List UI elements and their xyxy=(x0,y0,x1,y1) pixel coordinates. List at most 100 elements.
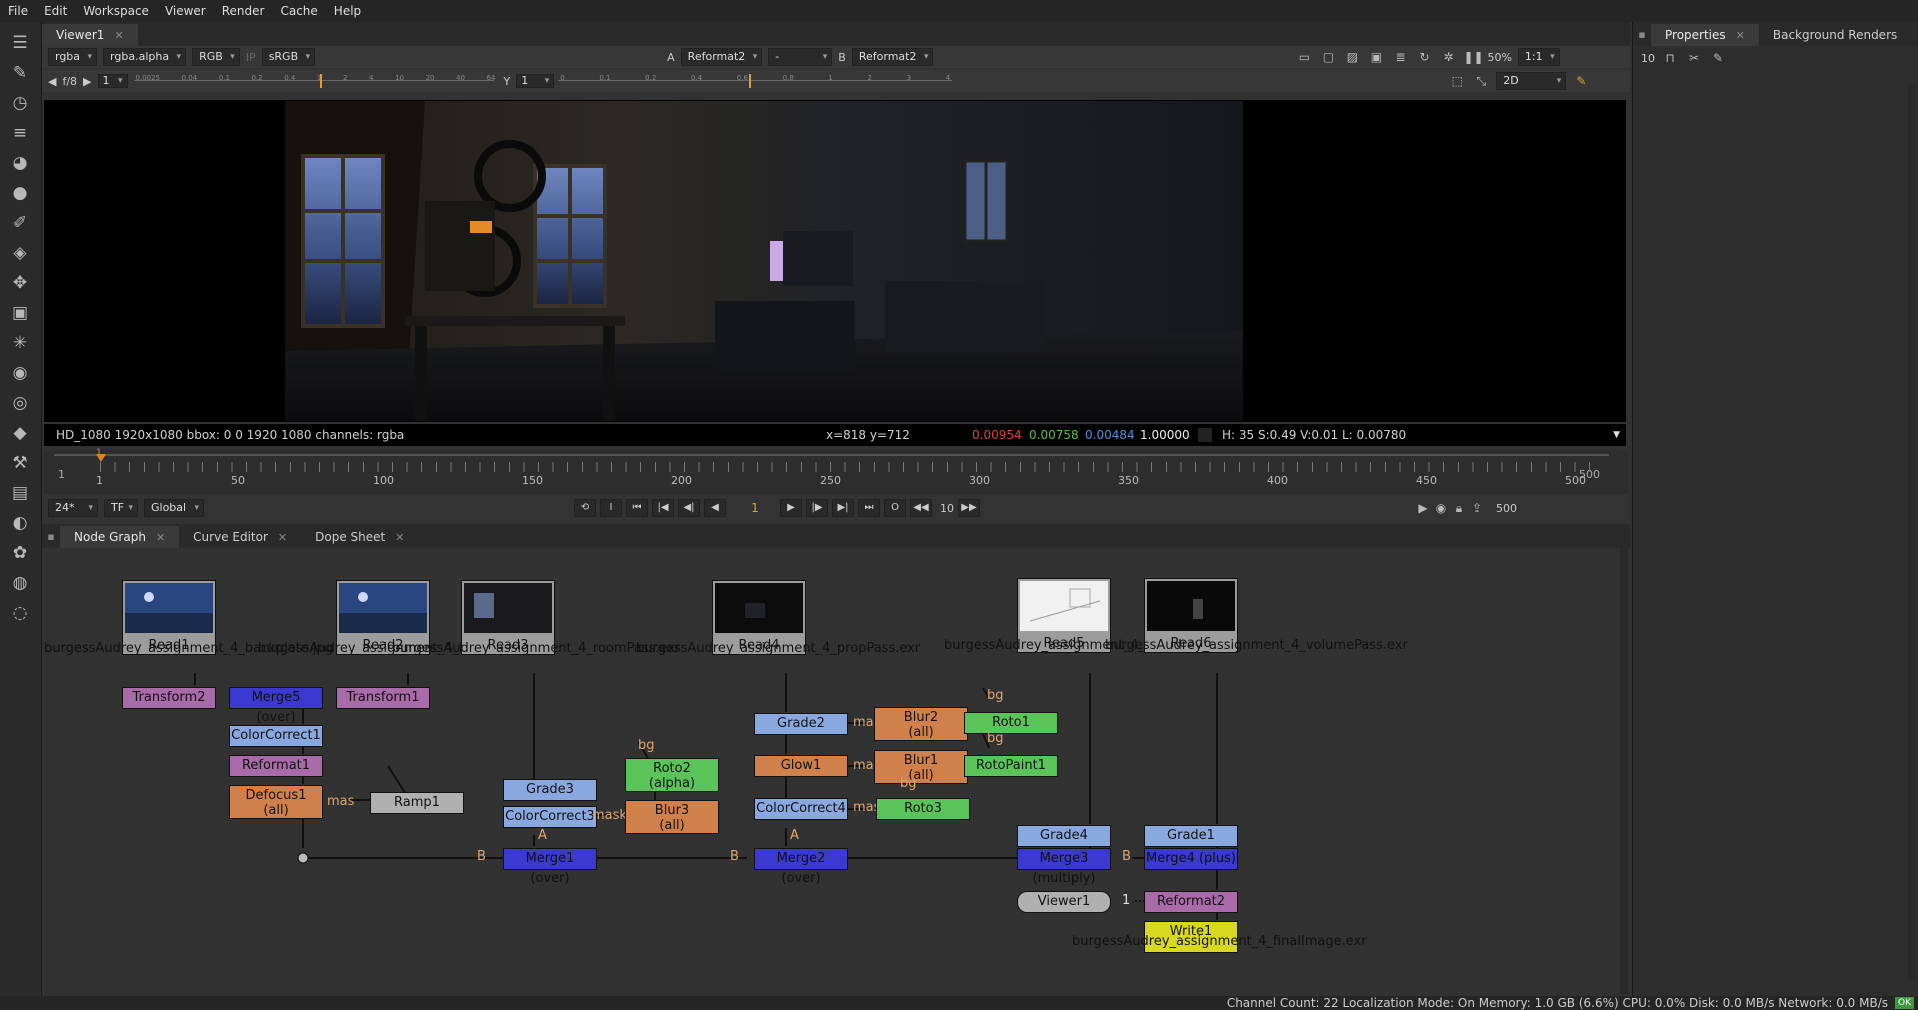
particles-icon[interactable]: ✳ xyxy=(9,332,31,354)
pane-menu-icon[interactable]: ▪ xyxy=(42,526,60,548)
region-select-icon[interactable]: ⬚ xyxy=(1448,72,1466,90)
end-frame-field[interactable]: 500 xyxy=(1496,502,1536,515)
menu-file[interactable]: File xyxy=(0,4,36,18)
transform-node[interactable]: Transform1 xyxy=(336,687,430,709)
color-icon[interactable]: ◕ xyxy=(9,152,31,174)
close-icon[interactable]: ✕ xyxy=(156,531,165,544)
next-keyframe-icon[interactable]: ▶| xyxy=(832,499,854,517)
ratio-dropdown[interactable]: 1:1 xyxy=(1517,48,1560,66)
colorcorrect-node[interactable]: ColorCorrect3 xyxy=(503,806,597,828)
viewer-image[interactable] xyxy=(285,101,1243,421)
view-mode-dropdown[interactable]: 2D xyxy=(1496,72,1567,90)
step-back-icon[interactable]: ◀◀ xyxy=(910,499,932,517)
b-input-dropdown[interactable]: Reformat2 xyxy=(851,48,934,66)
transform-node[interactable]: Transform2 xyxy=(122,687,216,709)
record-icon[interactable]: ◉ xyxy=(1432,499,1450,517)
channel-dropdown[interactable]: rgba.alpha xyxy=(103,48,187,66)
menu-help[interactable]: Help xyxy=(326,4,369,18)
merge-node[interactable]: Merge4 (plus) xyxy=(1144,848,1238,870)
views-icon[interactable]: ◎ xyxy=(9,392,31,414)
flipbook-icon[interactable]: ▶ xyxy=(1414,499,1432,517)
close-icon[interactable]: ✕ xyxy=(114,29,123,42)
clip-icon[interactable]: ≣ xyxy=(1391,48,1409,66)
roto-node[interactable]: Roto1 xyxy=(964,712,1058,734)
tab-properties[interactable]: Properties ✕ xyxy=(1651,24,1759,46)
tab-node-graph[interactable]: Node Graph ✕ xyxy=(60,526,180,548)
refresh-icon[interactable]: ↻ xyxy=(1415,48,1433,66)
downscale-icon[interactable]: ▨ xyxy=(1343,48,1361,66)
properties-scrollbar[interactable] xyxy=(1908,82,1916,982)
close-icon[interactable]: ✕ xyxy=(395,531,404,544)
last-frame-icon[interactable]: ⏭ xyxy=(858,499,880,517)
merge-node[interactable]: Merge2 (over) xyxy=(754,848,848,886)
proxy-icon[interactable]: ▢ xyxy=(1319,48,1337,66)
pause-icon[interactable]: ❚❚ xyxy=(1463,48,1483,66)
time-format-dropdown[interactable]: TF xyxy=(104,499,138,517)
wipe-op-dropdown[interactable]: - xyxy=(768,48,833,66)
ramp-node[interactable]: Ramp1 xyxy=(370,792,464,814)
time-icon[interactable]: ◷ xyxy=(9,92,31,114)
menu-render[interactable]: Render xyxy=(214,4,273,18)
viewer-node[interactable]: Viewer1 xyxy=(1017,891,1111,913)
grade-node[interactable]: Grade2 xyxy=(754,713,848,735)
reformat-node[interactable]: Reformat1 xyxy=(229,755,323,777)
grade-node[interactable]: Grade3 xyxy=(503,779,597,801)
range-scope-dropdown[interactable]: Global xyxy=(144,499,204,517)
tab-background-renders[interactable]: Background Renders xyxy=(1758,24,1902,46)
merge-node[interactable]: Merge5 (over) xyxy=(229,687,323,725)
gain-field[interactable]: 1 xyxy=(97,74,128,88)
channel-icon[interactable]: ≡ xyxy=(9,122,31,144)
clear-panels-icon[interactable]: ✂ xyxy=(1685,49,1703,67)
draw-icon[interactable]: ✐ xyxy=(9,212,31,234)
current-frame-field[interactable]: 1 xyxy=(730,499,780,517)
close-icon[interactable]: ✕ xyxy=(1736,29,1745,42)
tab-viewer1[interactable]: Viewer1 ✕ xyxy=(42,24,138,46)
play-forward-icon[interactable]: ▶ xyxy=(780,499,802,517)
zoom-value[interactable]: 50% xyxy=(1487,51,1511,64)
nodegraph-scrollbar[interactable] xyxy=(1620,548,1628,994)
grade-node[interactable]: Grade4 xyxy=(1017,825,1111,847)
edit-icon[interactable]: ✎ xyxy=(1709,49,1727,67)
defocus-node[interactable]: Defocus1 (all) xyxy=(229,785,323,819)
toolsets-icon[interactable]: ⚒ xyxy=(9,452,31,474)
ofx-icon[interactable]: ◌ xyxy=(9,602,31,624)
viewer-icon[interactable]: ☰ xyxy=(9,32,31,54)
settings-icon[interactable]: ✲ xyxy=(1439,48,1457,66)
glow-node[interactable]: Glow1 xyxy=(754,755,848,777)
transform-handle-icon[interactable]: ⤡ xyxy=(1472,72,1490,90)
in-point-icon[interactable]: I xyxy=(600,499,622,517)
paint-icon[interactable]: ✎ xyxy=(9,62,31,84)
3d-icon[interactable]: ▣ xyxy=(9,302,31,324)
reformat-node[interactable]: Reformat2 xyxy=(1144,891,1238,913)
prev-fstop-icon[interactable]: ◀ xyxy=(48,75,56,88)
blur-node[interactable]: Blur1 (all) xyxy=(874,750,968,784)
menu-workspace[interactable]: Workspace xyxy=(75,4,157,18)
metadata-icon[interactable]: ◆ xyxy=(9,422,31,444)
colorcorrect-node[interactable]: ColorCorrect1 xyxy=(229,725,323,747)
blur-node[interactable]: Blur2 (all) xyxy=(874,707,968,741)
fps-dropdown[interactable]: 24* xyxy=(48,499,98,517)
gain-slider[interactable]: 1 0.0025 0.04 0.1 0.2 0.4 1 2 4 10 20 40… xyxy=(97,74,498,88)
first-frame-icon[interactable]: ⏮ xyxy=(626,499,648,517)
ocula-icon[interactable]: ✿ xyxy=(9,542,31,564)
frame-step-field[interactable]: 10 xyxy=(936,502,958,515)
display-dropdown[interactable]: RGB xyxy=(192,48,240,66)
next-frame-icon[interactable]: |▶ xyxy=(806,499,828,517)
colorcorrect-node[interactable]: ColorCorrect4 xyxy=(754,798,848,820)
prev-frame-icon[interactable]: ◀| xyxy=(678,499,700,517)
layer-dropdown[interactable]: rgba xyxy=(48,48,98,66)
other-icon[interactable]: ▤ xyxy=(9,482,31,504)
lock-panels-icon[interactable]: ⊓ xyxy=(1661,49,1679,67)
layers-icon[interactable]: ◈ xyxy=(9,242,31,264)
play-backward-icon[interactable]: ◀ xyxy=(704,499,726,517)
next-fstop-icon[interactable]: ▶ xyxy=(83,75,91,88)
roto-node[interactable]: Roto2 (alpha) xyxy=(625,758,719,792)
filter-icon[interactable]: ● xyxy=(9,182,31,204)
prev-keyframe-icon[interactable]: |◀ xyxy=(652,499,674,517)
grade-node[interactable]: Grade1 xyxy=(1144,825,1238,847)
lock-icon[interactable]: 🔒︎ xyxy=(1450,499,1468,517)
close-icon[interactable]: ✕ xyxy=(278,531,287,544)
out-point-icon[interactable]: O xyxy=(884,499,906,517)
brush-icon[interactable]: ✎ xyxy=(1572,72,1590,90)
gamma-slider[interactable]: 1 0 0.1 0.2 0.4 0.6 0.8 1 2 3 4 xyxy=(516,74,956,88)
